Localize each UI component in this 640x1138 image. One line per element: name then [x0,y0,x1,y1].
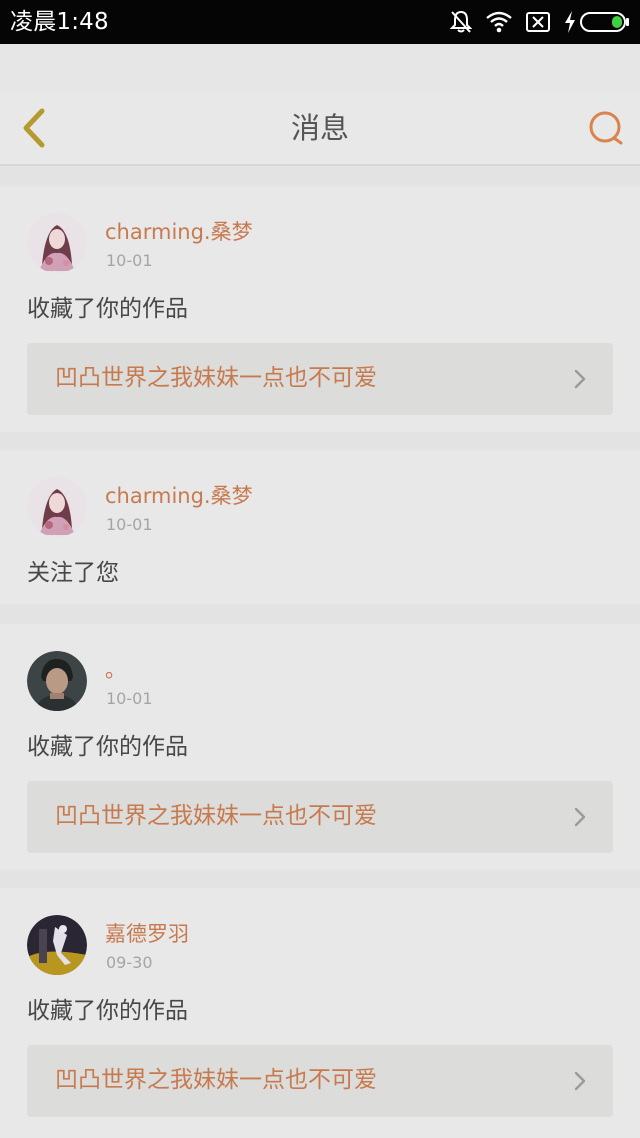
notification-date: 10-01 [106,689,153,708]
username[interactable]: 嘉德罗羽 [105,921,189,947]
notification-action: 收藏了你的作品 [27,296,188,322]
search-button[interactable] [586,108,626,148]
page-title: 消息 [290,111,349,145]
notification-action: 关注了您 [27,560,119,586]
no-sim-icon [526,12,550,32]
wifi-icon [486,11,512,33]
chevron-right-icon [574,807,586,827]
status-time: 凌晨1:48 [10,9,109,35]
header-spacer [0,44,640,92]
work-title: 凹凸世界之我妹妹一点也不可爱 [55,803,377,829]
avatar[interactable] [27,213,87,273]
notification-date: 10-01 [106,251,153,270]
work-title: 凹凸世界之我妹妹一点也不可爱 [55,365,377,391]
work-link[interactable]: 凹凸世界之我妹妹一点也不可爱 [27,781,613,853]
notification-action: 收藏了你的作品 [27,734,188,760]
username[interactable]: charming.桑梦 [105,219,253,245]
notification-card[interactable]: 。 10-01 收藏了你的作品 凹凸世界之我妹妹一点也不可爱 [0,624,640,870]
username[interactable]: charming.桑梦 [105,483,253,509]
notification-date: 10-01 [106,515,153,534]
notification-action: 收藏了你的作品 [27,998,188,1024]
work-title: 凹凸世界之我妹妹一点也不可爱 [55,1067,377,1093]
avatar[interactable] [27,915,87,975]
status-bar: 凌晨1:48 [0,0,640,44]
notification-card[interactable]: charming.桑梦 10-01 关注了您 [0,450,640,604]
notification-card[interactable]: 嘉德罗羽 09-30 收藏了你的作品 凹凸世界之我妹妹一点也不可爱 [0,888,640,1138]
status-icons [450,8,630,36]
notification-card[interactable]: charming.桑梦 10-01 收藏了你的作品 凹凸世界之我妹妹一点也不可爱 [0,186,640,432]
battery-icon [580,11,630,33]
avatar[interactable] [27,477,87,537]
battery-group [564,11,630,33]
chevron-right-icon [574,369,586,389]
bell-off-icon [450,10,472,34]
chevron-right-icon [574,1071,586,1091]
nav-bar: 消息 [0,92,640,166]
avatar[interactable] [27,651,87,711]
search-icon [589,111,623,145]
charging-icon [564,11,576,33]
chevron-left-icon [23,108,45,148]
back-button[interactable] [14,106,54,150]
work-link[interactable]: 凹凸世界之我妹妹一点也不可爱 [27,343,613,415]
username[interactable]: 。 [105,657,126,683]
work-link[interactable]: 凹凸世界之我妹妹一点也不可爱 [27,1045,613,1117]
notification-date: 09-30 [106,953,153,972]
